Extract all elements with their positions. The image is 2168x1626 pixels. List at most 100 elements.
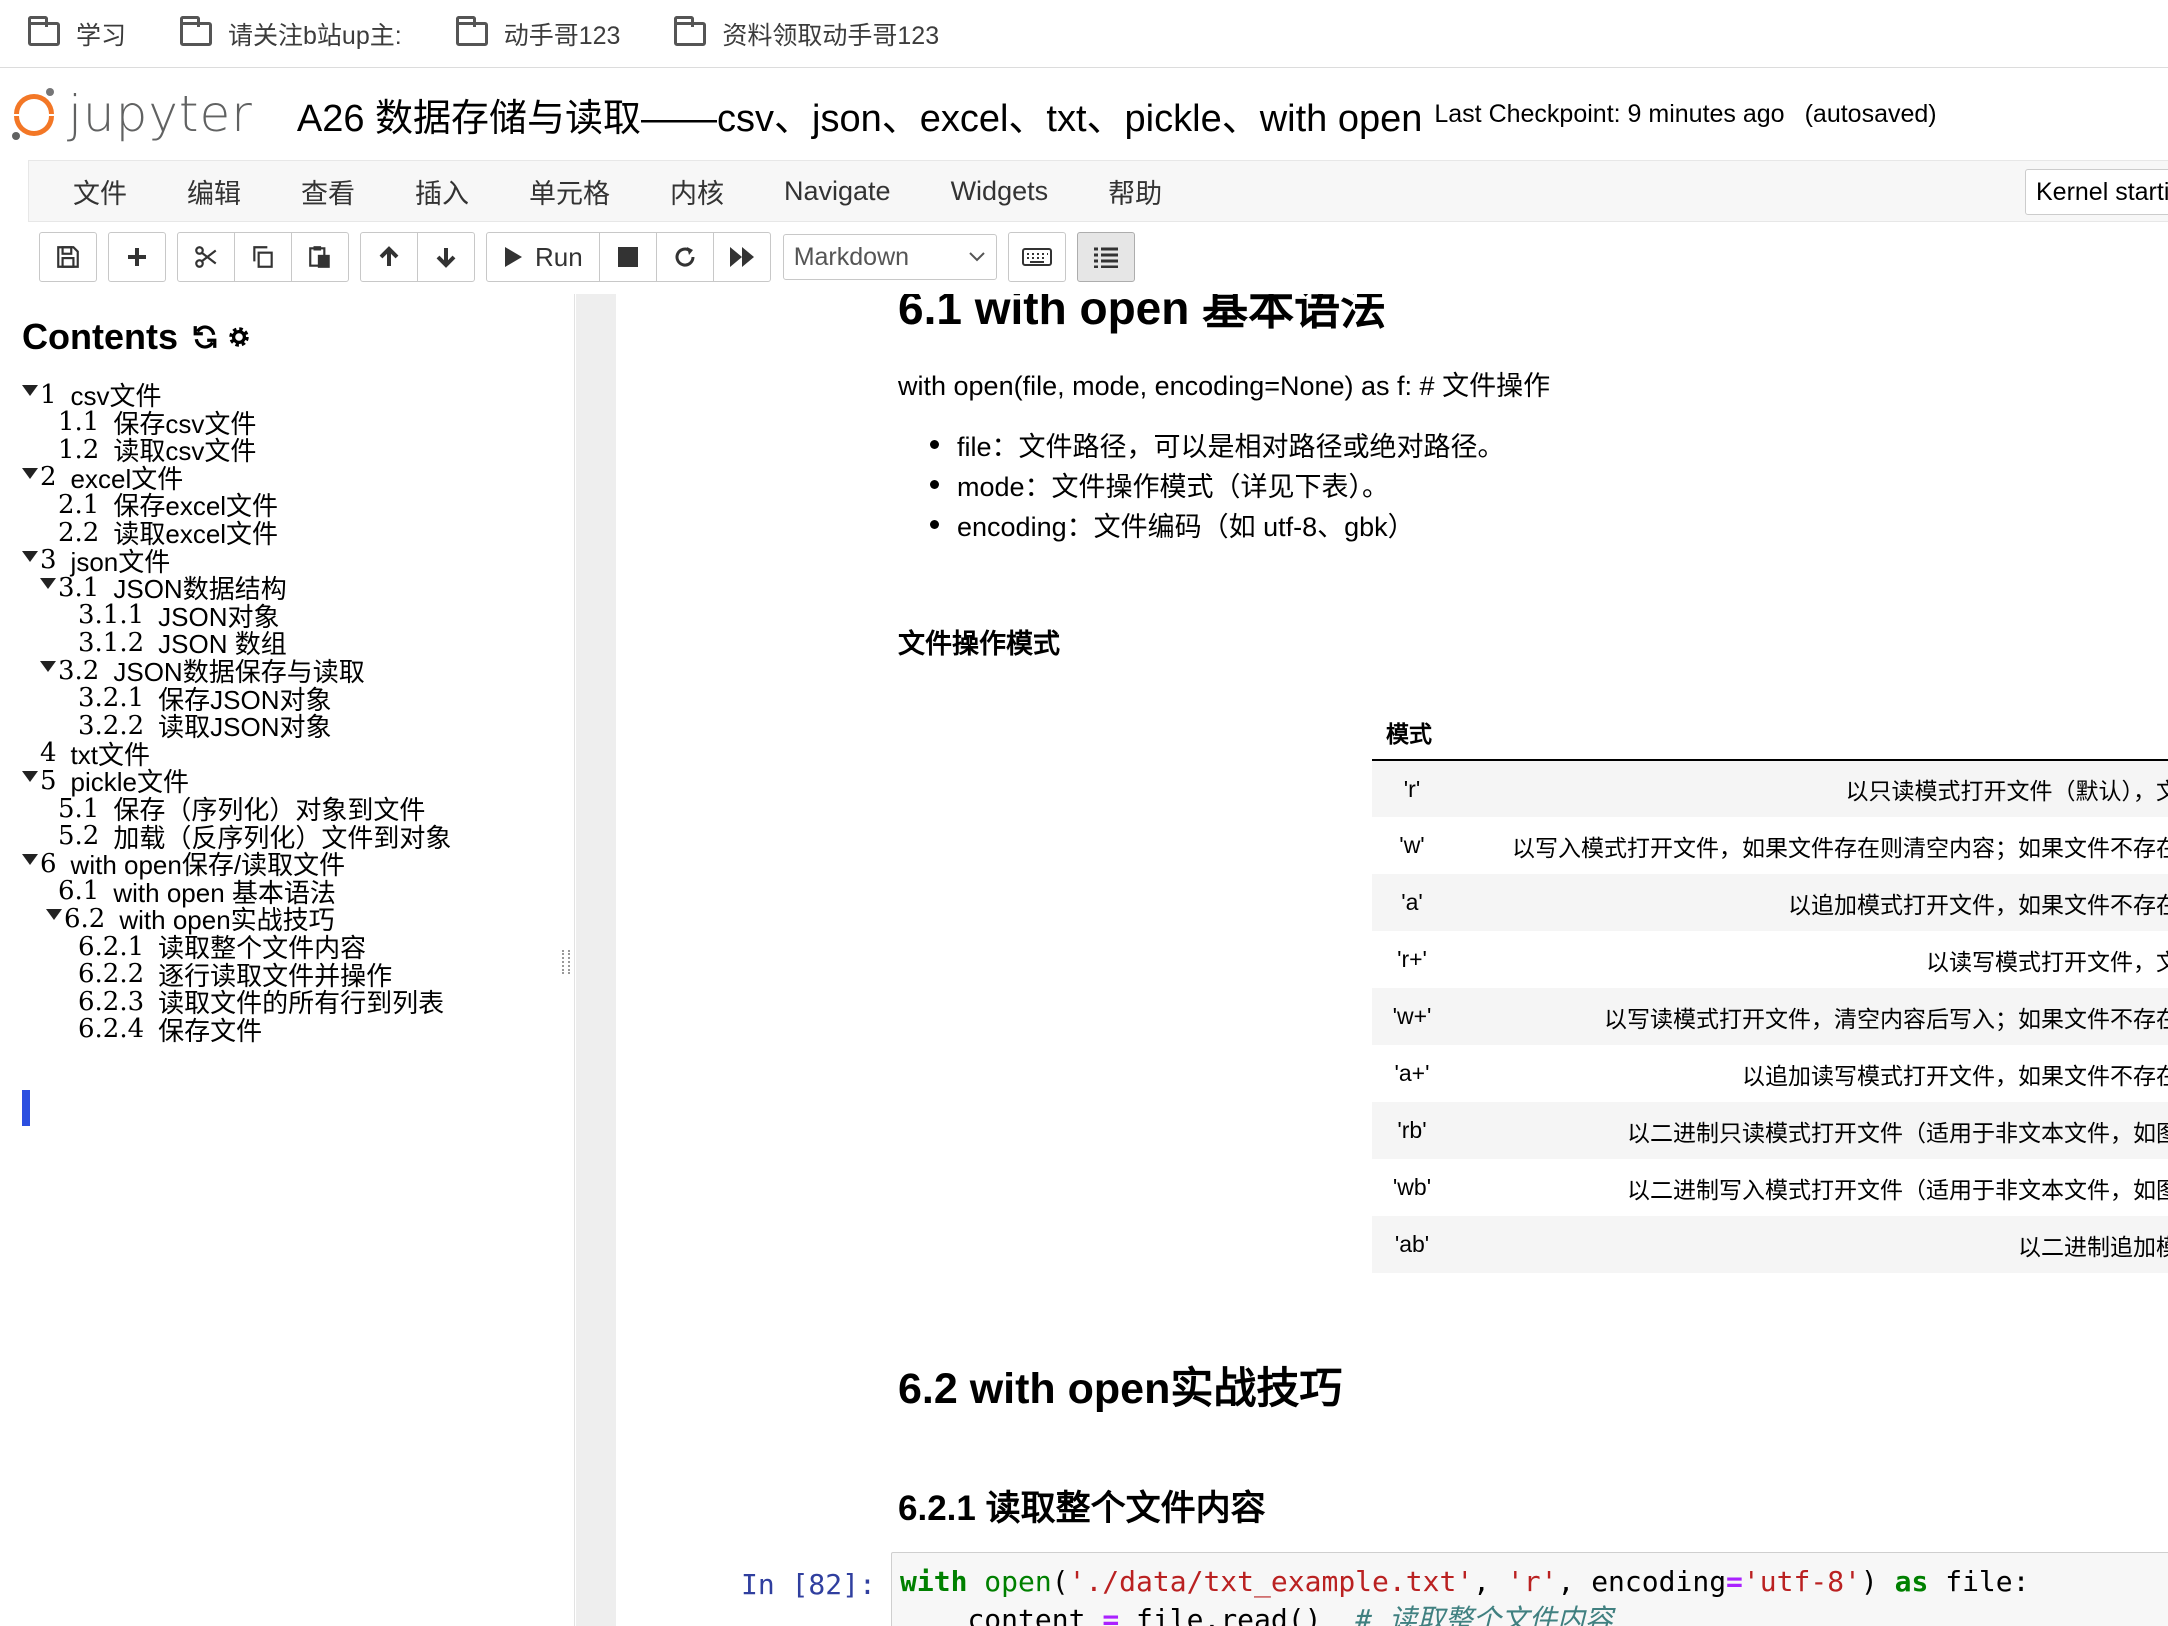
- run-button[interactable]: Run: [486, 232, 600, 282]
- run-label: Run: [535, 241, 583, 272]
- toolbar: Run Markdown: [0, 222, 2168, 292]
- menu-insert[interactable]: 插入: [385, 172, 499, 211]
- section-heading-6-1: 6.1 with open 基本语法: [898, 294, 1387, 334]
- description-cell: 以写入模式打开文件，如果文件存在则清空内容；如果文件不存在则: [1512, 834, 2168, 861]
- menu-navigate[interactable]: Navigate: [754, 176, 921, 207]
- syntax-text: with open(file, mode, encoding=None) as …: [898, 371, 1551, 401]
- bookmark-3[interactable]: 动手哥123: [455, 15, 620, 52]
- code-token: open: [984, 1565, 1052, 1598]
- collapse-caret-icon[interactable]: [46, 909, 62, 921]
- toc-item-number: 2: [40, 462, 57, 493]
- sidebar-resize-handle[interactable]: [562, 950, 570, 974]
- menu-help[interactable]: 帮助: [1078, 172, 1192, 211]
- stop-icon: [617, 247, 638, 267]
- toc-header: Contents: [22, 316, 252, 358]
- table-row: 'r' 以只读模式打开文件（默认），文件: [1372, 760, 2168, 817]
- bookmark-label: 请关注b站up主:: [228, 21, 402, 50]
- collapse-caret-icon[interactable]: [22, 467, 38, 479]
- menu-cell[interactable]: 单元格: [499, 172, 640, 211]
- cell-prompt: In [82]:: [741, 1568, 876, 1601]
- notebook-header: jupyter A26 数据存储与读取——csv、json、excel、txt、…: [0, 69, 2168, 159]
- parameter-list: file：文件路径，可以是相对路径或绝对路径。 mode：文件操作模式（详见下表…: [898, 424, 1505, 544]
- code-token: encoding: [1591, 1565, 1727, 1598]
- arrow-up-icon: [379, 246, 399, 266]
- toc-item-number: 3: [40, 545, 57, 576]
- move-up-button[interactable]: [360, 232, 418, 282]
- description-cell: 以只读模式打开文件（默认），文件: [1452, 760, 2168, 817]
- notebook-container[interactable]: 6.1 with open 基本语法 with open(file, mode,…: [616, 294, 2168, 1626]
- bookmarks-bar: 学习 请关注b站up主: 动手哥123 资料领取动手哥123: [0, 0, 2168, 68]
- list-icon: [1093, 247, 1118, 268]
- toc-item-number: 5: [40, 765, 57, 796]
- toc-item-number: 1: [40, 379, 57, 410]
- menu-view[interactable]: 查看: [271, 172, 385, 211]
- bookmark-2[interactable]: 请关注b站up主:: [180, 15, 402, 52]
- folder-icon: [28, 15, 60, 46]
- cell-type-value: Markdown: [793, 242, 910, 271]
- keyboard-icon: [1021, 248, 1052, 266]
- collapse-caret-icon[interactable]: [22, 550, 38, 562]
- toc-item[interactable]: 6.2.4 保存文件: [78, 1011, 262, 1048]
- restart-button[interactable]: [655, 232, 714, 282]
- collapse-caret-icon[interactable]: [22, 385, 38, 396]
- menu-widgets[interactable]: Widgets: [921, 176, 1079, 207]
- mode-cell: 'r': [1372, 760, 1452, 817]
- command-palette-button[interactable]: [1007, 232, 1066, 282]
- cut-button[interactable]: [177, 232, 235, 282]
- move-down-button[interactable]: [417, 232, 475, 282]
- code-token: file:: [1945, 1565, 2030, 1598]
- chevron-down-icon: [968, 252, 985, 262]
- notebook-gutter: [576, 294, 616, 1626]
- save-button[interactable]: [39, 232, 97, 282]
- insert-cell-button[interactable]: [108, 232, 166, 282]
- menu-file[interactable]: 文件: [29, 172, 157, 211]
- description-cell: 以追加读写模式打开文件，如果文件不存在则: [1742, 1062, 2168, 1089]
- run-all-button[interactable]: [712, 232, 771, 282]
- code-token: './data/txt_example.txt': [1068, 1565, 1474, 1598]
- code-cell[interactable]: with open('./data/txt_example.txt', 'r',…: [891, 1552, 2168, 1626]
- table-row: 'ab'以二进制追加模式: [1372, 1216, 2168, 1273]
- list-item: file：文件路径，可以是相对路径或绝对路径。: [898, 424, 1505, 464]
- description-cell: 以读写模式打开文件，文件: [1926, 948, 2168, 975]
- collapse-caret-icon[interactable]: [40, 661, 56, 672]
- file-modes-table: 模式 'r' 以只读模式打开文件（默认），文件 'w' 以写入模式打开文件，如果文件存…: [1372, 704, 2168, 1273]
- bookmark-label: 资料领取动手哥123: [722, 21, 940, 50]
- mode-cell: 'rb': [1372, 1102, 1452, 1159]
- cell-type-select[interactable]: Markdown: [782, 234, 997, 280]
- restart-icon: [675, 247, 695, 267]
- toc-toggle-button[interactable]: [1076, 232, 1135, 282]
- plus-icon: [128, 248, 146, 266]
- menu-kernel[interactable]: 内核: [640, 172, 754, 211]
- autosave-status: (autosaved): [1804, 99, 1937, 128]
- mode-cell: 'a+': [1394, 1060, 1430, 1086]
- toc-item-number: 6: [40, 848, 57, 879]
- modes-title: 文件操作模式: [898, 629, 1060, 659]
- collapse-caret-icon[interactable]: [40, 578, 56, 590]
- copy-button[interactable]: [234, 232, 292, 282]
- menu-edit[interactable]: 编辑: [157, 172, 271, 211]
- fast-forward-icon: [729, 247, 754, 267]
- bookmark-1[interactable]: 学习: [28, 15, 126, 52]
- save-icon: [57, 246, 79, 268]
- copy-icon: [253, 246, 273, 268]
- bookmark-4[interactable]: 资料领取动手哥123: [674, 15, 940, 52]
- collapse-caret-icon[interactable]: [22, 854, 38, 866]
- mode-cell: 'ab': [1372, 1216, 1452, 1273]
- interrupt-button[interactable]: [598, 232, 657, 282]
- mode-cell: 'r+': [1397, 946, 1427, 972]
- list-item: encoding：文件编码（如 utf-8、gbk）: [898, 504, 1505, 544]
- notebook-title[interactable]: A26 数据存储与读取——csv、json、excel、txt、pickle、w…: [297, 87, 1423, 142]
- code-token: with: [900, 1565, 968, 1598]
- section-heading-6-2: 6.2 with open实战技巧: [898, 1365, 1343, 1413]
- jupyter-logo[interactable]: jupyter: [12, 85, 253, 143]
- paste-button[interactable]: [291, 232, 349, 282]
- gear-icon[interactable]: [226, 324, 252, 350]
- toc-item-label: 读取JSON对象: [158, 712, 332, 743]
- paste-icon: [309, 246, 330, 268]
- collapse-caret-icon[interactable]: [22, 771, 38, 783]
- refresh-icon[interactable]: [192, 324, 218, 350]
- section-heading-6-2-1: 6.2.1 读取整个文件内容: [898, 1489, 1266, 1528]
- toc-item-label: 保存文件: [158, 1015, 263, 1046]
- toc-sidebar: Contents 1 csv文件 1.1 保存csv文件 1.2 读取csv文件 2 exce…: [0, 294, 575, 1626]
- code-comment: # 读取整个文件内容: [1355, 1603, 1613, 1626]
